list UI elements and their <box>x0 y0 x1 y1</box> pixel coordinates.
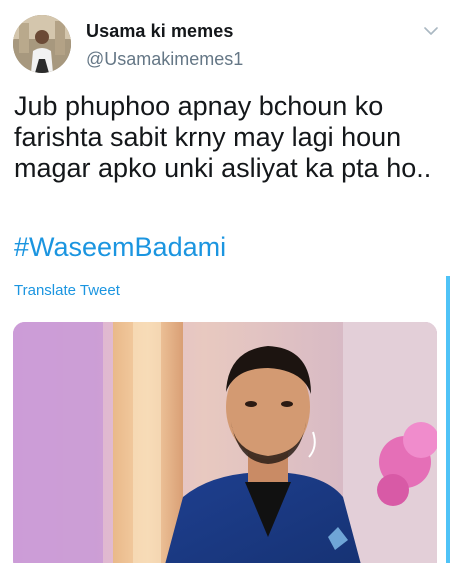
profile-photo-icon <box>13 15 71 73</box>
photo-of-man-in-blue-suit-icon <box>13 322 437 563</box>
tweet-text: Jub phuphoo apnay bchoun ko farishta sab… <box>14 91 432 183</box>
hashtag-link[interactable]: #WaseemBadami <box>14 232 226 263</box>
author-handle[interactable]: @Usamakimemes1 <box>86 49 243 70</box>
tweet-media-image[interactable] <box>13 322 437 563</box>
author-display-name[interactable]: Usama ki memes <box>86 21 234 42</box>
chevron-down-icon[interactable] <box>424 26 438 36</box>
tweet-card: Usama ki memes @Usamakimemes1 Jub phupho… <box>0 0 450 563</box>
scroll-indicator[interactable] <box>446 276 450 563</box>
translate-tweet-link[interactable]: Translate Tweet <box>14 282 120 299</box>
author-avatar[interactable] <box>13 15 71 73</box>
